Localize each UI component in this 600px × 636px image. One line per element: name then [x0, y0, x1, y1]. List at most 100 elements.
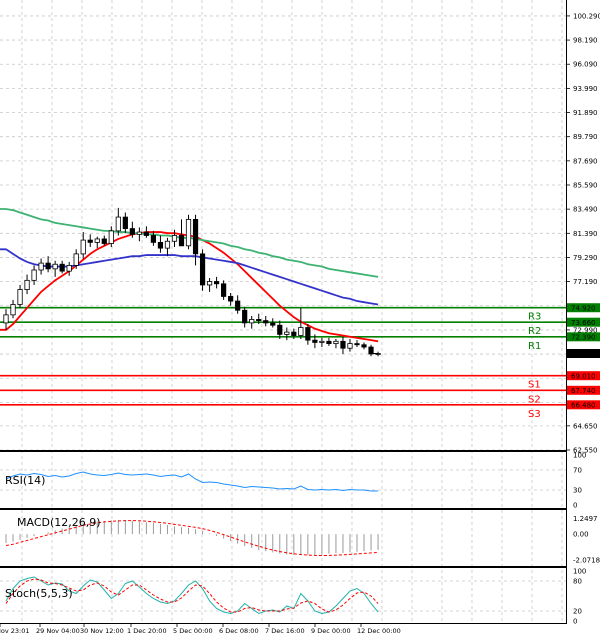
- candle-body: [206, 281, 213, 286]
- candle-body: [171, 235, 178, 242]
- price-tick-label: 96.090: [573, 61, 598, 69]
- time-tick-label: 6 Dec 08:00: [219, 627, 259, 635]
- price-tick-label: 98.190: [573, 37, 598, 45]
- candle-body: [115, 216, 121, 232]
- level-name-r1: R1: [528, 341, 541, 352]
- level-name-r3: R3: [528, 312, 541, 323]
- candle-body: [87, 239, 93, 243]
- candle-body: [178, 235, 185, 247]
- candle-body: [80, 239, 86, 255]
- candle-body: [263, 320, 269, 324]
- candle-body: [312, 339, 318, 343]
- candle-body: [94, 238, 100, 243]
- rsi-tick-label: 30: [573, 487, 582, 495]
- candle-body: [10, 304, 16, 316]
- stoch-tick-label: 20: [573, 608, 582, 616]
- macd-tick-label: 1.2497: [573, 515, 598, 523]
- candle-body: [157, 241, 164, 249]
- candle-body: [347, 343, 353, 349]
- candle-body: [59, 263, 65, 272]
- price-tick-label: 93.990: [573, 85, 598, 93]
- candle-body: [270, 322, 276, 326]
- time-tick-label: 5 Dec 00:00: [173, 627, 213, 635]
- price-tick-label: 81.390: [573, 230, 598, 238]
- rsi-tick-label: 0: [573, 502, 577, 510]
- candle-body: [164, 240, 171, 249]
- level-name-s1: S1: [528, 380, 541, 391]
- candle-body: [136, 231, 142, 235]
- price-tick-label: 87.690: [573, 157, 598, 165]
- time-tick-label: 12 Dec 00:00: [357, 627, 401, 635]
- level-tag-label-s3: 66.480: [571, 402, 596, 410]
- candle-body: [17, 289, 23, 305]
- candle-body: [213, 281, 220, 285]
- time-tick-label: 30 Nov 12:00: [80, 627, 124, 635]
- level-name-s2: S2: [528, 394, 541, 405]
- candle-body: [235, 300, 241, 311]
- current-price-label: 70.940: [571, 350, 596, 358]
- level-name-r2: R2: [528, 326, 541, 337]
- time-tick-label: 1 Dec 20:00: [127, 627, 167, 635]
- stochastic-label: Stoch(5,5,3): [5, 587, 73, 600]
- price-tick-label: 100.290: [573, 12, 600, 20]
- time-tick-label: 29 Nov 04:00: [36, 627, 80, 635]
- price-tick-label: 85.590: [573, 181, 598, 189]
- level-tag-label-r2: 73.660: [571, 319, 596, 327]
- level-tag-label-s2: 67.740: [571, 387, 596, 395]
- candle-body: [284, 331, 290, 335]
- chart: R3 R2 R1 S1 S2 S3 100.290 98.190 96.090 93.990 91…: [0, 0, 600, 636]
- candle-body: [354, 343, 360, 346]
- candle-body: [31, 269, 37, 281]
- candle-body: [333, 340, 339, 345]
- price-tick-label: 64.650: [573, 422, 598, 430]
- rsi-tick-label: 70: [573, 467, 582, 475]
- level-name-s3: S3: [528, 409, 541, 420]
- candle-body: [326, 340, 332, 345]
- candle-body: [101, 238, 107, 244]
- candle-body: [192, 218, 199, 255]
- candle-body: [361, 344, 367, 348]
- candle-body: [249, 319, 255, 324]
- candle-body: [108, 230, 114, 244]
- candle-body: [66, 264, 72, 272]
- candle-body: [368, 346, 374, 355]
- chart-background: [0, 0, 600, 636]
- time-tick-label: 7 Dec 16:00: [265, 627, 305, 635]
- candle-body: [319, 340, 325, 343]
- candle-body: [73, 253, 79, 266]
- price-tick-label: 83.490: [573, 206, 598, 214]
- price-tick-label: 79.290: [573, 254, 598, 262]
- level-tag-label-r3: 74.920: [571, 305, 596, 313]
- candle-body: [3, 314, 9, 324]
- candle-body: [45, 262, 51, 270]
- candle-body: [129, 228, 135, 235]
- level-tag-label-r1: 72.390: [571, 334, 596, 342]
- stoch-tick-label: 0: [573, 618, 577, 626]
- macd-label: MACD(12,26,9): [17, 516, 101, 529]
- candle-body: [277, 324, 283, 335]
- candle-body: [221, 283, 227, 297]
- candle-body: [52, 263, 58, 270]
- rsi-tick-label: 100: [573, 452, 586, 460]
- candle-body: [305, 327, 311, 341]
- time-tick-label: Nov 23:01: [0, 627, 29, 635]
- rsi-label: RSI(14): [5, 474, 45, 487]
- candle-body: [340, 340, 346, 349]
- candle-body: [291, 331, 297, 336]
- level-tag-label-s1: 69.010: [571, 372, 596, 380]
- candle-body: [38, 262, 44, 271]
- candle-body: [199, 253, 206, 286]
- candle-body: [185, 218, 192, 247]
- time-tick-label: 9 Dec 00:00: [311, 627, 351, 635]
- candle-body: [256, 319, 262, 322]
- candle-body: [24, 279, 30, 290]
- candle-body: [143, 231, 149, 236]
- candle-body: [242, 309, 248, 324]
- macd-tick-label: -2.0718: [573, 557, 600, 565]
- price-tick-label: 91.890: [573, 109, 598, 117]
- candle-body: [228, 296, 234, 302]
- stoch-tick-label: 80: [573, 578, 582, 586]
- candle-body: [150, 235, 157, 243]
- price-tick-label: 77.190: [573, 278, 598, 286]
- candle-body: [122, 216, 128, 229]
